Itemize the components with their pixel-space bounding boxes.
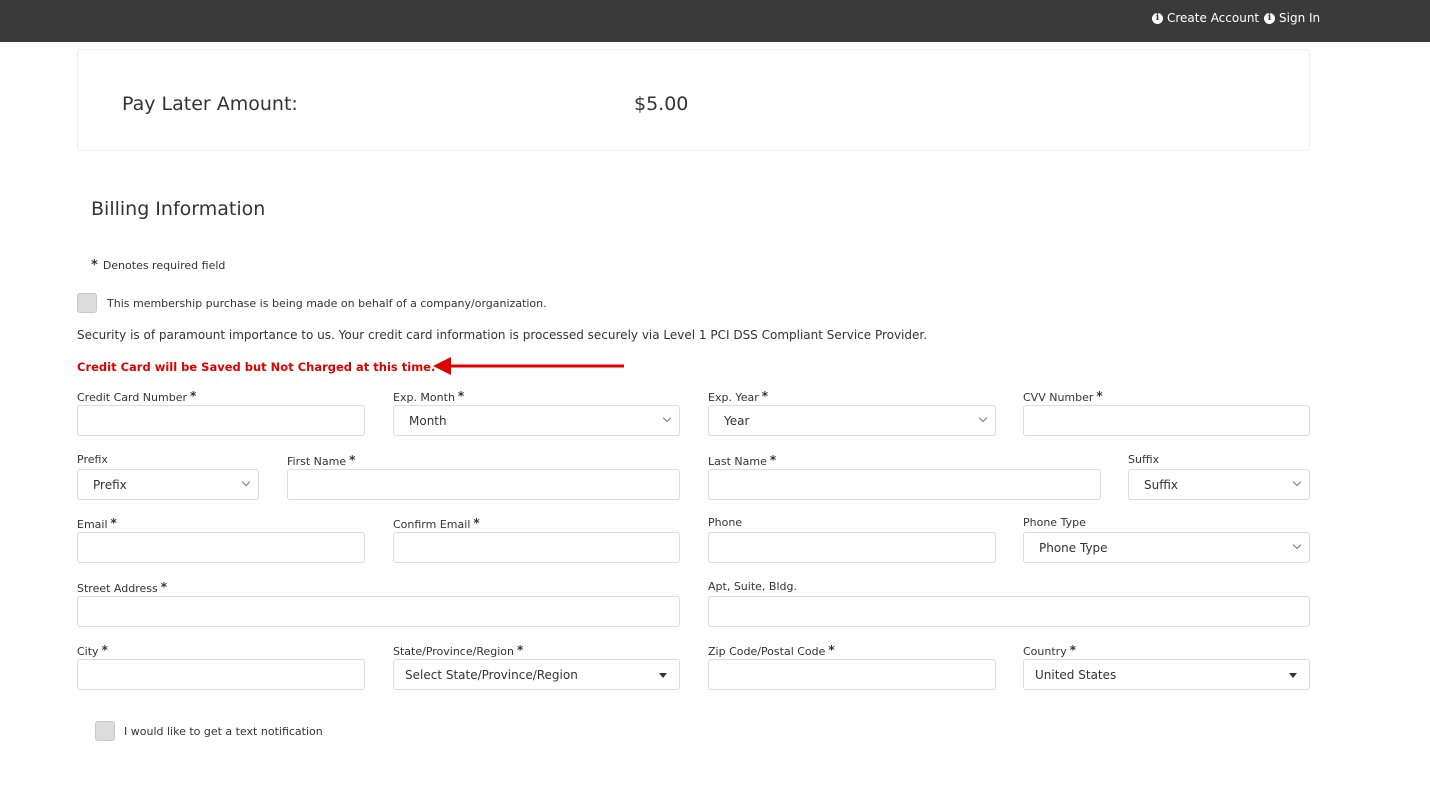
cvv-input[interactable]: [1023, 405, 1310, 436]
prefix-label: Prefix: [77, 453, 108, 466]
billing-title: Billing Information: [91, 198, 266, 220]
apt-label: Apt, Suite, Bldg.: [708, 580, 797, 593]
pay-later-label: Pay Later Amount:: [122, 93, 298, 115]
state-label: State/Province/Region *: [393, 643, 524, 658]
country-value: United States: [1035, 667, 1117, 682]
chevron-down-icon: [241, 477, 251, 487]
chevron-down-icon: [1292, 477, 1302, 487]
sign-in-link[interactable]: i Sign In: [1264, 11, 1320, 25]
info-circle-icon: i: [1264, 12, 1275, 24]
security-notice: Security is of paramount importance to u…: [77, 328, 928, 342]
prefix-value: Prefix: [93, 477, 127, 492]
required-note: * Denotes required field: [91, 258, 225, 273]
caret-down-icon: [659, 673, 667, 678]
prefix-select[interactable]: Prefix: [77, 469, 259, 500]
state-select[interactable]: Select State/Province/Region: [393, 659, 680, 690]
city-input[interactable]: [77, 659, 365, 690]
first-name-label: First Name *: [287, 453, 356, 468]
country-select[interactable]: United States: [1023, 659, 1310, 690]
street-input[interactable]: [77, 596, 680, 627]
zip-input[interactable]: [708, 659, 996, 690]
required-note-text: Denotes required field: [102, 259, 226, 272]
city-label: City *: [77, 643, 108, 658]
exp-year-label: Exp. Year *: [708, 389, 769, 404]
suffix-value: Suffix: [1144, 477, 1178, 492]
chevron-down-icon: [1292, 540, 1302, 550]
last-name-label: Last Name *: [708, 453, 777, 468]
company-checkbox[interactable]: [77, 293, 97, 313]
email-label: Email *: [77, 516, 117, 531]
exp-month-select[interactable]: Month: [393, 405, 680, 436]
chevron-down-icon: [978, 413, 988, 423]
text-notification-row: I would like to get a text notification: [95, 721, 323, 741]
caret-down-icon: [1289, 673, 1297, 678]
red-arrow-annotation: [433, 357, 624, 375]
country-label: Country *: [1023, 643, 1076, 658]
phone-type-label: Phone Type: [1023, 516, 1086, 529]
phone-label: Phone: [708, 516, 743, 529]
confirm-email-input[interactable]: [393, 532, 680, 563]
company-checkbox-row: This membership purchase is being made o…: [77, 293, 547, 313]
exp-month-value: Month: [409, 413, 447, 428]
card-number-label: Credit Card Number *: [77, 389, 197, 404]
phone-type-select[interactable]: Phone Type: [1023, 532, 1310, 563]
exp-year-select[interactable]: Year: [708, 405, 996, 436]
card-warning: Credit Card will be Saved but Not Charge…: [77, 360, 436, 374]
exp-month-label: Exp. Month *: [393, 389, 465, 404]
email-input[interactable]: [77, 532, 365, 563]
text-notification-label: I would like to get a text notification: [124, 724, 323, 738]
phone-input[interactable]: [708, 532, 996, 563]
required-star: *: [91, 258, 98, 273]
suffix-select[interactable]: Suffix: [1128, 469, 1310, 500]
exp-year-value: Year: [724, 413, 750, 428]
company-checkbox-label: This membership purchase is being made o…: [107, 296, 547, 310]
pay-later-amount: $5.00: [634, 93, 689, 115]
phone-type-value: Phone Type: [1039, 540, 1108, 555]
last-name-input[interactable]: [708, 469, 1101, 500]
sign-in-label: Sign In: [1279, 11, 1321, 25]
card-number-input[interactable]: [77, 405, 365, 436]
create-account-link[interactable]: i Create Account: [1152, 11, 1259, 25]
chevron-down-icon: [662, 413, 672, 423]
zip-label: Zip Code/Postal Code *: [708, 643, 835, 658]
confirm-email-label: Confirm Email *: [393, 516, 480, 531]
top-navbar: i Create Account i Sign In: [0, 0, 1430, 42]
state-value: Select State/Province/Region: [405, 667, 578, 682]
cvv-label: CVV Number *: [1023, 389, 1103, 404]
pay-later-card: Pay Later Amount: $5.00: [77, 49, 1310, 151]
street-label: Street Address *: [77, 580, 168, 595]
suffix-label: Suffix: [1128, 453, 1160, 466]
create-account-label: Create Account: [1167, 11, 1260, 25]
first-name-input[interactable]: [287, 469, 680, 500]
text-notification-checkbox[interactable]: [95, 721, 115, 741]
apt-input[interactable]: [708, 596, 1310, 627]
info-circle-icon: i: [1152, 12, 1163, 24]
